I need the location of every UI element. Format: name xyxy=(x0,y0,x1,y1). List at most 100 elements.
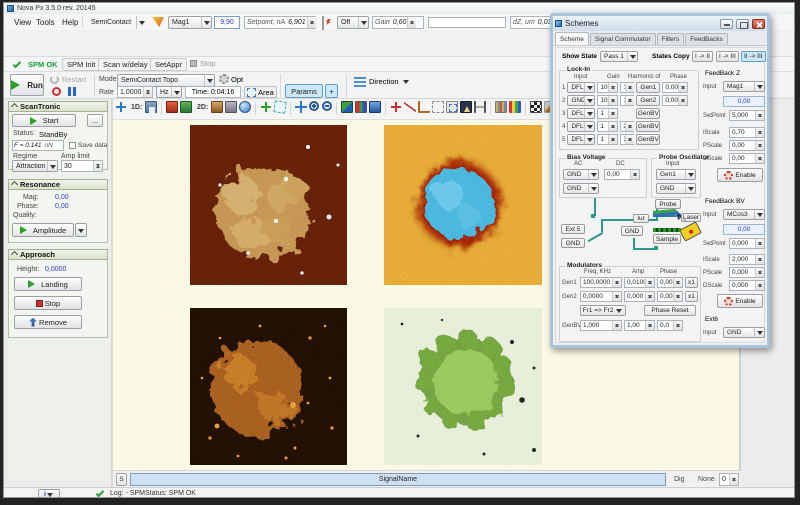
angle-tool-icon[interactable] xyxy=(418,101,430,113)
amp-limit-spinner[interactable]: 30 xyxy=(61,160,103,172)
lockin-input-select[interactable]: DFL xyxy=(567,82,595,93)
spm-init-button[interactable]: SPM Init xyxy=(62,58,100,71)
bias-ac2-select[interactable]: GND xyxy=(563,183,599,194)
spinner-arrows-icon[interactable] xyxy=(678,83,687,92)
gnd-left-box[interactable]: GND xyxy=(561,238,585,248)
current-amp-box[interactable]: Iur xyxy=(633,214,649,223)
tab-signal-commutator[interactable]: Signal Commutator xyxy=(590,33,656,45)
fr1-fr2-button[interactable]: Fr1 => Fr2 xyxy=(580,305,626,316)
gen2-freq-spinner[interactable]: 0,0000 xyxy=(580,291,622,302)
signal-select[interactable]: Mag1 xyxy=(168,16,212,29)
fbbv-input-select[interactable]: MCos3 xyxy=(723,209,765,220)
lockin-input-select[interactable]: DFL xyxy=(567,108,595,119)
spinner-arrows-icon[interactable] xyxy=(625,83,634,92)
lockin-phase-spinner[interactable]: 0,00 xyxy=(662,95,688,106)
restart-button[interactable]: Restart xyxy=(50,75,86,84)
phase-reset-button[interactable]: Phase Reset xyxy=(644,305,696,316)
direction-select[interactable]: Direction xyxy=(354,76,410,87)
opt-button[interactable]: Opt xyxy=(219,74,243,84)
fbbv-setpoint-spinner[interactable]: 0,000 xyxy=(729,238,765,249)
add-params-button[interactable]: + xyxy=(325,84,338,98)
tab-filters[interactable]: Filters xyxy=(657,33,685,45)
lockin-gain-spinner[interactable]: 1 xyxy=(597,108,618,119)
spinner-arrows-icon[interactable] xyxy=(673,278,682,287)
tab-scheme[interactable]: Scheme xyxy=(555,32,589,45)
gen2-x1-button[interactable]: x1 xyxy=(685,291,698,302)
setappr-button[interactable]: SetAppr xyxy=(150,58,187,71)
gen2-phase-spinner[interactable]: 0,00 xyxy=(657,291,683,302)
spinner-arrows-icon[interactable] xyxy=(755,239,764,248)
collapse-icon[interactable] xyxy=(11,103,18,110)
scan-image-phase[interactable] xyxy=(384,125,542,285)
spinner-arrows-icon[interactable] xyxy=(645,321,654,330)
lockin-input-select[interactable]: DFL xyxy=(567,134,595,145)
lockin-gain-spinner[interactable]: 1 xyxy=(597,121,618,132)
landing-button[interactable]: Landing xyxy=(14,277,82,291)
lockin-harm-spinner[interactable]: 2 xyxy=(620,121,634,132)
move-region-icon[interactable] xyxy=(446,101,458,113)
fbz-setpoint-spinner[interactable]: 5,000 xyxy=(729,110,765,121)
add-marker-icon[interactable] xyxy=(390,101,402,113)
gain-spinner[interactable]: Gain0,60 xyxy=(372,16,424,29)
scan-image-bv[interactable] xyxy=(384,308,542,465)
fbbv-pscale-spinner[interactable]: 0,000 xyxy=(729,267,765,278)
lockin-phase-spinner[interactable]: 0,00 xyxy=(662,82,688,93)
lockin-harm-spinner[interactable]: 1 xyxy=(620,82,634,93)
scan-delay-button[interactable]: Scan w/delay xyxy=(98,58,153,71)
gen1-phase-spinner[interactable]: 0,00 xyxy=(657,277,683,288)
lockin-src-button[interactable]: GenBV xyxy=(636,134,660,145)
channels-icon[interactable] xyxy=(369,101,381,113)
hv-select[interactable]: Off xyxy=(337,16,369,29)
menu-view[interactable]: View xyxy=(12,17,33,28)
line-tool-icon[interactable] xyxy=(404,101,416,113)
probe-mode-select[interactable]: SemiContact xyxy=(88,16,146,29)
probe-box[interactable]: Probe xyxy=(655,199,681,209)
gnd-mid-box[interactable]: GND xyxy=(621,226,643,236)
minimize-button[interactable] xyxy=(720,19,733,29)
spinner-arrows-icon[interactable] xyxy=(729,474,738,485)
bias-ac-select[interactable]: GND xyxy=(563,169,599,180)
spinner-arrows-icon[interactable] xyxy=(755,154,764,163)
curves-view-icon[interactable] xyxy=(166,101,178,113)
spinner-arrows-icon[interactable] xyxy=(612,278,621,287)
copy-1-3-button[interactable]: I -> III xyxy=(716,51,739,62)
copy-1-2-button[interactable]: I -> II xyxy=(692,51,713,62)
spinner-arrows-icon[interactable] xyxy=(678,96,687,105)
setpoint-spinner[interactable]: Setpoint, nA6,901 xyxy=(244,16,316,29)
lockin-harm-spinner[interactable]: 3 xyxy=(620,134,634,145)
fbz-iscale-spinner[interactable]: 0,70 xyxy=(729,127,765,138)
sample-box[interactable]: Sample xyxy=(653,234,681,244)
scan-image-mag[interactable] xyxy=(190,308,347,465)
remove-button[interactable]: Remove xyxy=(14,315,82,329)
lockin-gain-spinner[interactable]: 1 xyxy=(597,134,618,145)
zoom-out-icon[interactable] xyxy=(322,101,332,111)
ext6-input-select[interactable]: GND xyxy=(723,327,765,338)
spinner-arrows-icon[interactable] xyxy=(612,292,621,301)
spinner-arrows-icon[interactable] xyxy=(755,268,764,277)
spinner-arrows-icon[interactable] xyxy=(625,96,634,105)
spinner-arrows-icon[interactable] xyxy=(608,122,617,131)
spinner-arrows-icon[interactable] xyxy=(608,83,617,92)
scantronic-header[interactable]: ScanTronic xyxy=(8,101,108,112)
bias-dc-spinner[interactable]: 0,00 xyxy=(604,169,640,180)
fbz-dscale-spinner[interactable]: 0,00 xyxy=(729,153,765,164)
gen1-amp-spinner[interactable]: 0,0100 xyxy=(624,277,655,288)
rate-unit-select[interactable]: Hz xyxy=(156,86,182,98)
approach-stop-button[interactable]: Stop xyxy=(14,296,82,310)
record-icon[interactable] xyxy=(52,87,61,96)
fbz-input-select[interactable]: Mag1 xyxy=(723,81,765,92)
signal-name-button[interactable]: SignalName xyxy=(130,473,666,486)
amplitude-dropdown-button[interactable] xyxy=(75,223,87,237)
polygon-icon[interactable] xyxy=(273,100,287,114)
spinner-arrows-icon[interactable] xyxy=(673,292,682,301)
regime-select[interactable]: Attraction xyxy=(12,160,58,172)
histogram-icon[interactable] xyxy=(495,101,507,113)
copy-2-3-button[interactable]: II -> III xyxy=(741,51,766,62)
fbz-pscale-spinner[interactable]: 0,00 xyxy=(729,140,765,151)
collapse-icon[interactable] xyxy=(11,181,18,188)
pan-icon[interactable] xyxy=(295,101,307,113)
scan-image-icon[interactable] xyxy=(211,101,223,113)
lockin-src-button[interactable]: GenBV xyxy=(636,121,660,132)
lockin-input-select[interactable]: DFL xyxy=(567,121,595,132)
gen1-freq-spinner[interactable]: 100,0000 xyxy=(580,277,622,288)
